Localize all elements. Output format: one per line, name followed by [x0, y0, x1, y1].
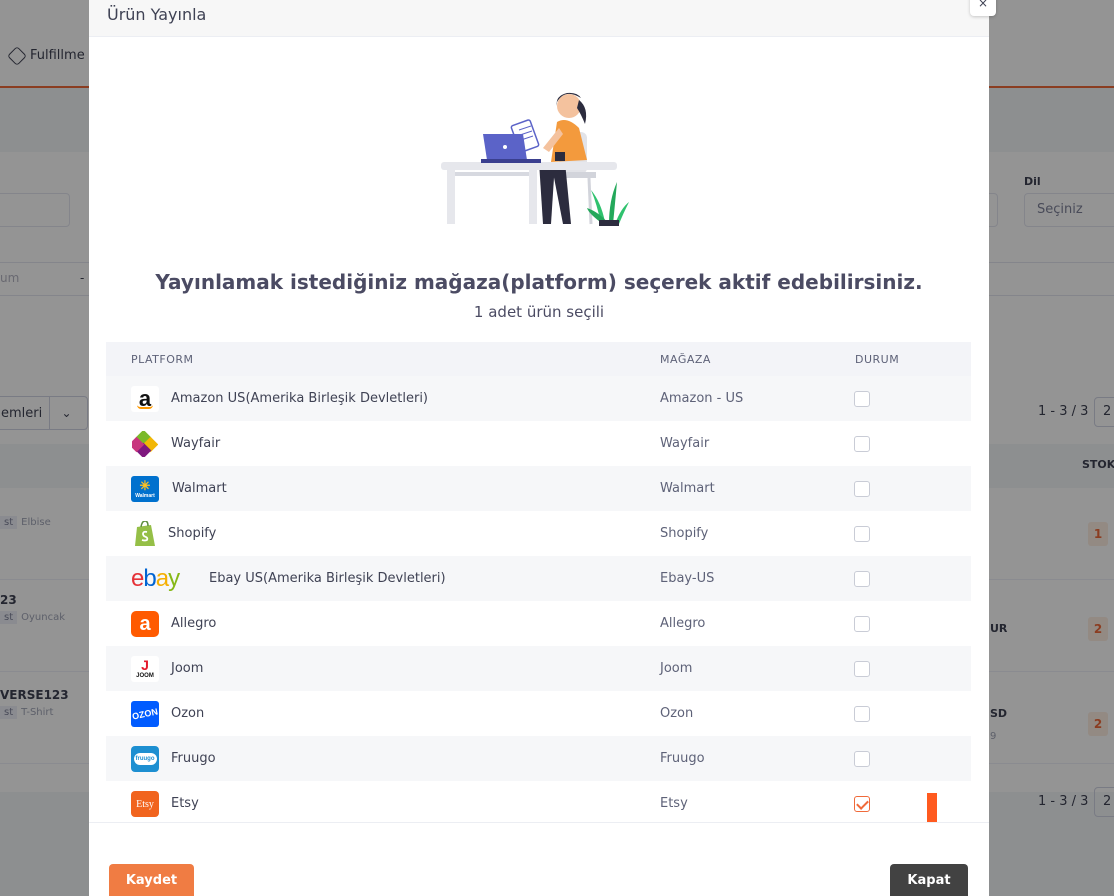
close-button[interactable]: Kapat	[890, 864, 968, 896]
ebay-logo: ebay	[131, 566, 180, 592]
status-checkbox-ebay[interactable]	[854, 571, 870, 587]
woman-at-desk-illustration	[441, 92, 629, 226]
orange-marker	[927, 793, 937, 823]
store-name: Walmart	[660, 481, 715, 496]
modal-header: Ürün Yayınla	[89, 0, 989, 37]
status-checkbox-wayfair[interactable]	[854, 436, 870, 452]
status-checkbox-walmart[interactable]	[854, 481, 870, 497]
platform-name: Amazon US(Amerika Birleşik Devletleri)	[171, 391, 428, 406]
platform-row-allegro: a Allegro Allegro	[106, 601, 971, 646]
modal-headline: Yayınlamak istediğiniz mağaza(platform) …	[155, 270, 923, 294]
store-name: Amazon - US	[660, 391, 744, 406]
publish-product-modal: Ürün Yayınla Yayınlamak istediğiniz mağa…	[89, 0, 989, 896]
platform-row-ebay: ebay Ebay US(Amerika Birleşik Devletleri…	[106, 556, 971, 601]
platform-name: Fruugo	[171, 751, 216, 766]
col-platform: PLATFORM	[131, 353, 194, 366]
store-name: Joom	[660, 661, 693, 676]
store-name: Wayfair	[660, 436, 710, 451]
platform-name: Walmart	[172, 481, 227, 496]
platform-row-amazon: a Amazon US(Amerika Birleşik Devletleri)…	[106, 376, 971, 421]
fruugo-logo: fruugo	[131, 746, 159, 772]
platform-row-wayfair: Wayfair Wayfair	[106, 421, 971, 466]
amazon-logo: a	[131, 386, 159, 412]
store-name: Shopify	[660, 526, 709, 541]
status-checkbox-ozon[interactable]	[854, 706, 870, 722]
status-checkbox-fruugo[interactable]	[854, 751, 870, 767]
etsy-logo: Etsy	[131, 791, 159, 817]
platform-name: Allegro	[171, 616, 217, 631]
platform-table-header: PLATFORM MAĞAZA DURUM	[106, 342, 971, 376]
status-checkbox-allegro[interactable]	[854, 616, 870, 632]
status-checkbox-etsy[interactable]	[854, 796, 870, 812]
platform-row-joom: J JOOM Joom Joom	[106, 646, 971, 691]
platform-row-fruugo: fruugo Fruugo Fruugo	[106, 736, 971, 781]
allegro-logo: a	[131, 611, 159, 637]
close-icon[interactable]: ×	[970, 0, 996, 16]
store-name: Ozon	[660, 706, 694, 721]
shopify-logo	[131, 521, 159, 547]
joom-logo: J JOOM	[131, 656, 159, 682]
platform-name: Etsy	[171, 796, 199, 811]
modal-title: Ürün Yayınla	[107, 5, 207, 24]
status-checkbox-joom[interactable]	[854, 661, 870, 677]
platform-name: Ozon	[171, 706, 205, 721]
store-name: Allegro	[660, 616, 706, 631]
store-name: Fruugo	[660, 751, 705, 766]
platform-name: Wayfair	[171, 436, 221, 451]
platform-row-ozon: OZON Ozon Ozon	[106, 691, 971, 736]
store-name: Ebay-US	[660, 571, 715, 586]
ozon-logo: OZON	[131, 701, 159, 727]
col-store: MAĞAZA	[660, 353, 711, 366]
platform-row-walmart: ✳ Walmart Walmart Walmart	[106, 466, 971, 511]
col-status: DURUM	[855, 353, 900, 366]
walmart-logo: ✳ Walmart	[131, 476, 159, 502]
wayfair-logo	[131, 431, 159, 457]
save-button[interactable]: Kaydet	[109, 864, 194, 896]
status-checkbox-shopify[interactable]	[854, 526, 870, 542]
status-checkbox-amazon[interactable]	[854, 391, 870, 407]
platform-name: Joom	[171, 661, 204, 676]
platform-name: Shopify	[168, 526, 217, 541]
footer-divider	[89, 822, 989, 823]
selected-count: 1 adet ürün seçili	[473, 303, 605, 321]
platform-name: Ebay US(Amerika Birleşik Devletleri)	[209, 571, 446, 586]
platform-table: PLATFORM MAĞAZA DURUM a Amazon US(Amerik…	[106, 342, 971, 826]
platform-row-shopify: Shopify Shopify	[106, 511, 971, 556]
store-name: Etsy	[660, 796, 688, 811]
platform-row-etsy: Etsy Etsy Etsy	[106, 781, 971, 826]
